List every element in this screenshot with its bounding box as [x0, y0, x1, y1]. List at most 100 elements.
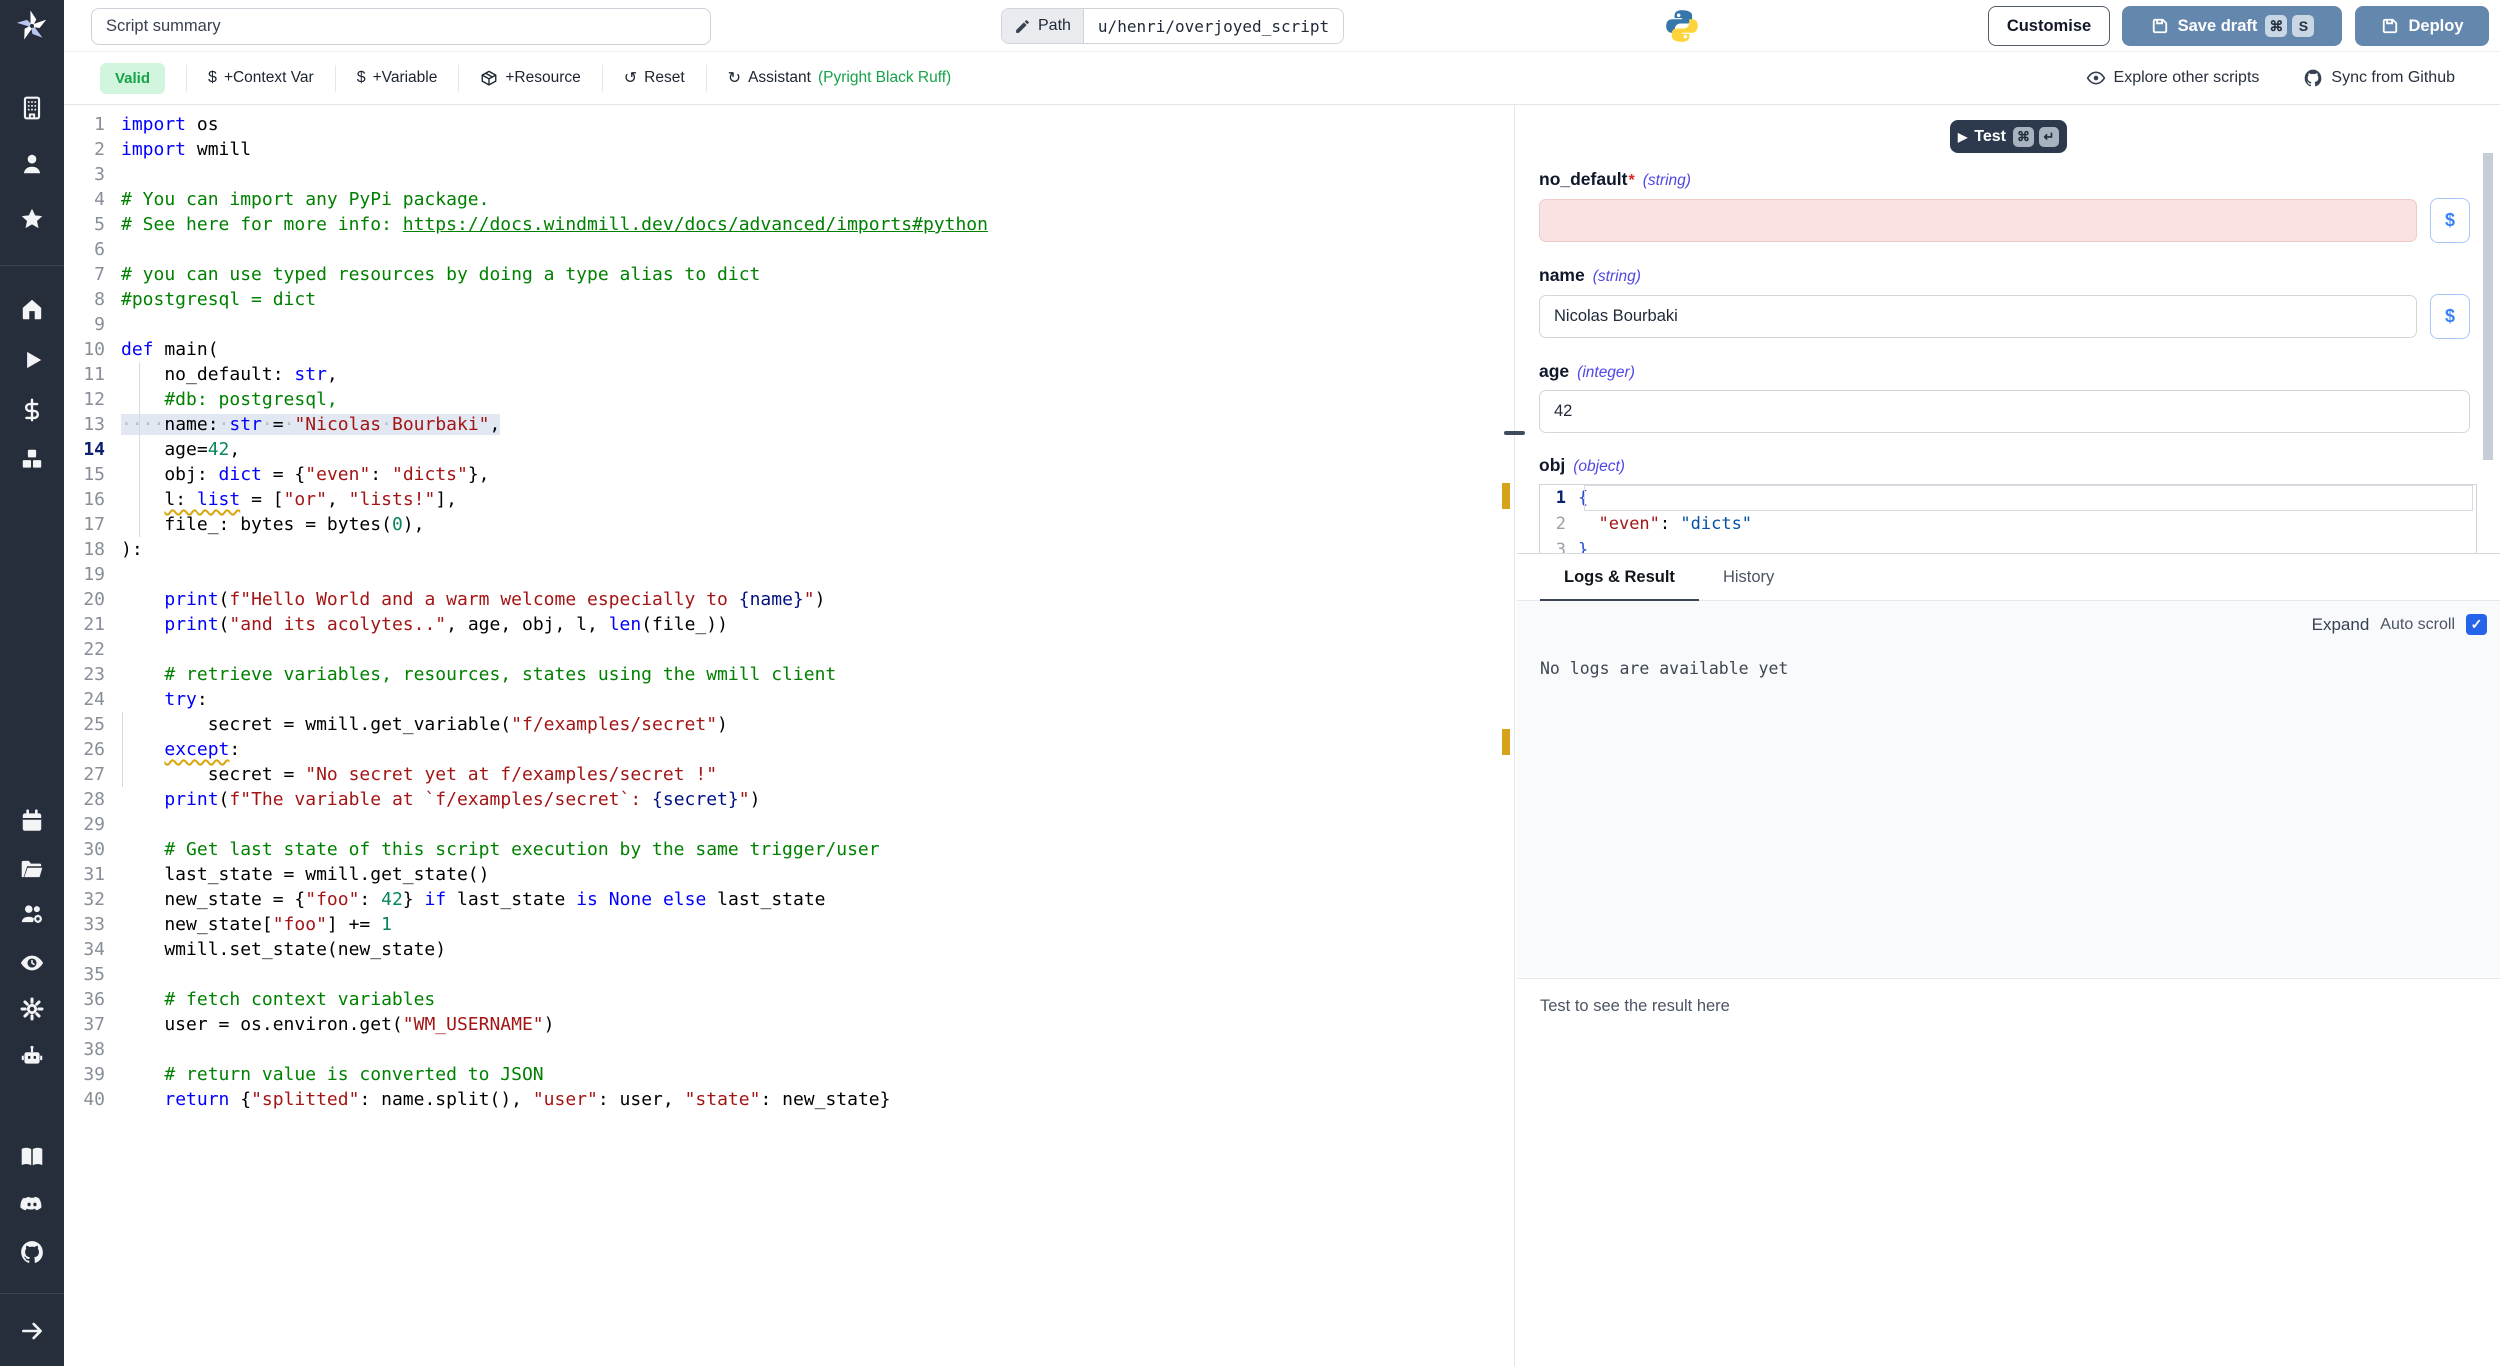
sidebar-item-play-icon[interactable]: [19, 347, 45, 373]
tab-history[interactable]: History: [1699, 554, 1798, 600]
sidebar-item-user-gear-icon[interactable]: [19, 901, 45, 927]
line-number: 7: [64, 262, 105, 287]
field-label-age: age (integer): [1539, 361, 2470, 387]
sidebar-item-dollar-icon[interactable]: [19, 397, 45, 423]
line-number: 35: [64, 962, 105, 987]
test-shortcut: ⌘↵: [2013, 127, 2059, 147]
reset-button[interactable]: ↺ Reset: [624, 68, 685, 88]
code-editor[interactable]: 1import os2import wmill34# You can impor…: [64, 105, 1514, 1366]
code-line: 14 age=42,: [64, 437, 1514, 462]
sidebar-item-folder-icon[interactable]: [19, 856, 45, 882]
test-args-form: ▶ Test ⌘↵ no_default*(string) $ name (strin…: [1517, 105, 2500, 553]
sync-from-github-button[interactable]: Sync from Github: [2303, 68, 2455, 88]
deploy-button[interactable]: Deploy: [2355, 6, 2489, 46]
sidebar-item-arrow-right-icon[interactable]: [19, 1318, 45, 1344]
line-number: 30: [64, 837, 105, 862]
field-input-no_default[interactable]: [1539, 199, 2417, 242]
line-number: 5: [64, 212, 105, 237]
assistant-button[interactable]: ↻ Assistant (Pyright Black Ruff): [728, 68, 952, 88]
save-icon: [2150, 16, 2170, 36]
sidebar-item-user-icon[interactable]: [19, 151, 45, 177]
expand-button[interactable]: Expand: [2312, 615, 2370, 635]
json-editor-obj[interactable]: 1{2 "even": "dicts"3}: [1539, 484, 2477, 553]
code-line: 19: [64, 562, 1514, 587]
insert-variable-button[interactable]: $: [2430, 198, 2470, 243]
auto-scroll-checkbox[interactable]: ✓: [2466, 614, 2487, 635]
insert-variable-button[interactable]: $: [2430, 294, 2470, 339]
kbd-chip: S: [2292, 15, 2314, 37]
field-row-name: $: [1539, 294, 2470, 339]
sidebar-item-gear-icon[interactable]: [19, 996, 45, 1022]
field-type: (string): [1643, 172, 1691, 190]
field-input-age[interactable]: [1539, 390, 2470, 433]
line-number: 34: [64, 937, 105, 962]
toolbar-separator: [706, 65, 707, 92]
test-button[interactable]: ▶ Test ⌘↵: [1950, 120, 2067, 153]
sidebar-item-boxes-icon[interactable]: [19, 446, 45, 472]
form-scrollbar-thumb[interactable]: [2483, 153, 2493, 460]
toolbar-separator: [186, 65, 187, 92]
line-number: 17: [64, 512, 105, 537]
script-summary-input[interactable]: [91, 8, 711, 45]
dollar-icon: $: [208, 69, 217, 87]
line-number: 1: [64, 112, 105, 137]
code-line: 7# you can use typed resources by doing …: [64, 262, 1514, 287]
deploy-icon: [2380, 16, 2400, 36]
field-row-age: [1539, 390, 2470, 433]
warning-ruler-mark: [1502, 483, 1510, 509]
dollar-icon: $: [357, 69, 366, 87]
sidebar-item-robot-icon[interactable]: [19, 1043, 45, 1069]
code-line: 13····name:·str·=·"Nicolas·Bourbaki",: [64, 412, 1514, 437]
field-row-no_default: $: [1539, 198, 2470, 243]
add-variable-button[interactable]: $ +Variable: [357, 69, 438, 87]
sidebar-item-eye-clock-icon[interactable]: [19, 950, 45, 976]
field-type: (integer): [1577, 364, 1635, 382]
line-number: 21: [64, 612, 105, 637]
line-number: 6: [64, 237, 105, 262]
add-context-var-button[interactable]: $ +Context Var: [208, 69, 314, 87]
field-label-obj: obj(object): [1539, 455, 2470, 481]
field-label-no_default: no_default*(string): [1539, 169, 2470, 195]
code-line: 36 # fetch context variables: [64, 987, 1514, 1012]
windmill-logo-icon[interactable]: [13, 7, 51, 45]
splitter-drag-handle[interactable]: [1504, 431, 1525, 435]
sidebar-item-home-icon[interactable]: [19, 296, 45, 322]
line-number: 25: [64, 712, 105, 737]
result-area: Test to see the result here: [1517, 978, 2500, 1367]
line-number: 2: [64, 137, 105, 162]
sidebar-item-calendar-icon[interactable]: [19, 808, 45, 834]
sidebar-divider: [0, 265, 64, 266]
explore-other-scripts-button[interactable]: Explore other scripts: [2086, 68, 2260, 88]
line-number: 4: [64, 187, 105, 212]
sidebar-divider: [0, 1293, 64, 1294]
reset-label: Reset: [644, 69, 685, 87]
line-number: 28: [64, 787, 105, 812]
sidebar-item-discord-icon[interactable]: [19, 1192, 45, 1218]
add-resource-button[interactable]: +Resource: [480, 69, 580, 87]
save-draft-button[interactable]: Save draft ⌘S: [2122, 6, 2342, 46]
code-line: 35: [64, 962, 1514, 987]
save-draft-shortcut: ⌘S: [2265, 15, 2314, 37]
code-line: 24 try:: [64, 687, 1514, 712]
line-number: 10: [64, 337, 105, 362]
sidebar-item-book-icon[interactable]: [19, 1144, 45, 1170]
field-name: age: [1539, 361, 1569, 382]
sidebar-item-building-icon[interactable]: [19, 95, 45, 121]
tab-logs-result[interactable]: Logs & Result: [1540, 554, 1699, 600]
path-badge[interactable]: Path u/henri/overjoyed_script: [1001, 8, 1344, 44]
assistant-linters-label: (Pyright Black Ruff): [818, 69, 951, 87]
line-number: 11: [64, 362, 105, 387]
code-line: 2import wmill: [64, 137, 1514, 162]
field-name: name: [1539, 265, 1585, 286]
add-context-var-label: +Context Var: [224, 69, 314, 87]
sidebar-item-github-icon[interactable]: [19, 1239, 45, 1265]
json-line-number: 1: [1540, 485, 1566, 511]
code-line: 5# See here for more info: https://docs.…: [64, 212, 1514, 237]
sidebar-item-star-icon[interactable]: [19, 206, 45, 232]
path-label: Path: [1038, 17, 1071, 35]
json-line-number: 2: [1540, 511, 1566, 537]
json-line: 1{: [1540, 485, 2476, 511]
customise-button[interactable]: Customise: [1988, 6, 2110, 46]
field-input-name[interactable]: [1539, 295, 2417, 338]
line-number: 22: [64, 637, 105, 662]
